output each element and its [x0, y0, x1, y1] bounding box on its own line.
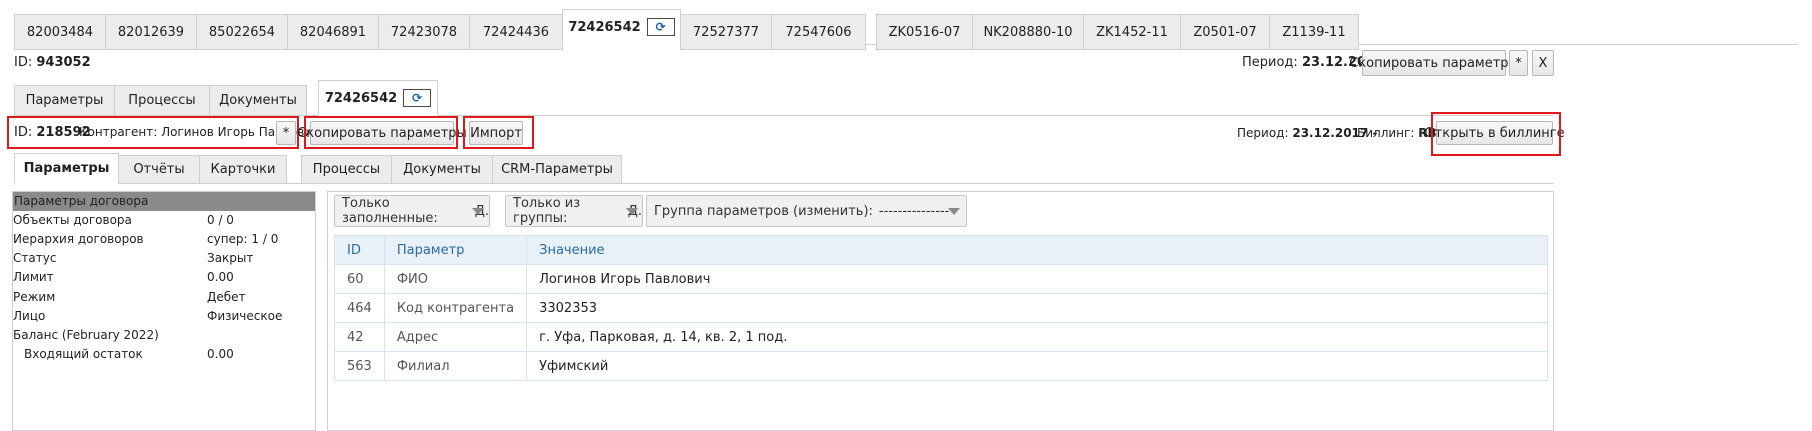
cell-param: Филиал [383, 351, 528, 381]
table-row[interactable]: 42 Адрес г. Уфа, Парковая, д. 14, кв. 2,… [334, 322, 1548, 352]
col-value[interactable]: Значение [526, 235, 1548, 265]
table-header-row: ID Параметр Значение [334, 235, 1548, 265]
cell-param: ФИО [383, 264, 528, 294]
cell-value[interactable]: г. Уфа, Парковая, д. 14, кв. 2, 1 под. [526, 322, 1548, 352]
inner-tab-reports[interactable]: Отчёты [118, 155, 200, 184]
row-value-incoming: 0.00 [207, 347, 234, 361]
row-label-incoming: Входящий остаток [24, 347, 143, 361]
param-group-label: Группа параметров (изменить): [654, 203, 873, 219]
group-only-select[interactable]: Только из группы: Д. [505, 195, 643, 227]
top-tab-85022654[interactable]: 85022654 [196, 14, 288, 50]
chevron-down-icon [626, 208, 638, 215]
top-tab-72423078[interactable]: 72423078 [378, 14, 470, 50]
top-tab-72547606[interactable]: 72547606 [771, 14, 866, 50]
top-tab-z0501-07[interactable]: Z0501-07 [1180, 14, 1270, 50]
top-tab-72424436[interactable]: 72424436 [469, 14, 563, 50]
header-id-value: 943052 [36, 55, 91, 70]
cell-value[interactable]: Уфимский [526, 351, 1548, 381]
copy-params-top-button[interactable]: Скопировать параметры [1349, 50, 1519, 76]
subtab-params[interactable]: Параметры [14, 85, 115, 116]
row-label-limit: Лимит [13, 270, 54, 284]
filled-only-select[interactable]: Только заполненные: Д. [334, 195, 490, 227]
cell-id: 60 [334, 264, 385, 294]
top-tab-82012639[interactable]: 82012639 [105, 14, 197, 50]
row-value-mode[interactable]: Дебет [207, 290, 246, 304]
subtab-processes[interactable]: Процессы [114, 85, 210, 116]
highlight-import [463, 116, 534, 149]
chevron-down-icon [948, 208, 960, 215]
refresh-icon[interactable]: ⟳ [646, 18, 675, 36]
close-top-button[interactable]: X [1532, 50, 1554, 76]
inner-tab-cards[interactable]: Карточки [199, 155, 287, 184]
cell-id: 464 [334, 293, 385, 323]
top-tab-zk1452-11[interactable]: ZK1452-11 [1083, 14, 1181, 50]
cell-id: 42 [334, 322, 385, 352]
top-tab-label: 72426542 [568, 19, 641, 35]
top-tab-82046891[interactable]: 82046891 [287, 14, 379, 50]
params-table: ID Параметр Значение 60 ФИО Логинов Игор… [334, 235, 1548, 381]
subtab-documents[interactable]: Документы [209, 85, 307, 116]
inner-tab-processes[interactable]: Процессы [301, 155, 392, 184]
header-id: ID: 943052 [14, 55, 91, 70]
row-label-mode: Режим [13, 290, 56, 304]
star-top-button[interactable]: * [1509, 50, 1528, 76]
panel-header: Параметры договора [13, 192, 315, 211]
cell-param: Адрес [383, 322, 528, 352]
highlight-copy-params [304, 116, 458, 149]
billing-label: Биллинг: [1357, 126, 1415, 140]
row-label-objects: Объекты договора [13, 213, 132, 227]
row-label-balance: Баланс (February 2022) [13, 328, 159, 342]
row-value-objects[interactable]: 0 / 0 [207, 213, 234, 227]
param-group-select[interactable]: Группа параметров (изменить): ----------… [646, 195, 967, 227]
top-tab-zk0516-07[interactable]: ZK0516-07 [876, 14, 973, 50]
contract-period-label: Период: [1237, 126, 1289, 140]
header-id-label: ID: [14, 55, 33, 70]
cell-value[interactable]: 3302353 [526, 293, 1548, 323]
top-tab-72426542-active[interactable]: 72426542 ⟳ [562, 9, 681, 45]
chevron-down-icon [472, 208, 484, 215]
table-row[interactable]: 60 ФИО Логинов Игорь Павлович [334, 264, 1548, 294]
top-tab-nk208880-10[interactable]: NK208880-10 [972, 14, 1084, 50]
highlight-open-billing [1431, 112, 1561, 156]
row-value-hierarchy[interactable]: супер: 1 / 0 [207, 232, 278, 246]
inner-tab-documents[interactable]: Документы [391, 155, 493, 184]
top-tab-72527377[interactable]: 72527377 [680, 14, 772, 50]
col-id[interactable]: ID [334, 235, 385, 265]
top-tab-z1139-11[interactable]: Z1139-11 [1269, 14, 1359, 50]
subtab-72426542-active[interactable]: 72426542 ⟳ [318, 80, 438, 116]
filled-only-label: Только заполненные: [342, 196, 438, 226]
subtab-label: 72426542 [324, 90, 398, 106]
group-only-label: Только из группы: [513, 196, 581, 226]
param-group-value: --------------- [878, 203, 950, 219]
row-value-limit[interactable]: 0.00 [207, 270, 234, 284]
inner-tab-crm-params[interactable]: CRM-Параметры [492, 155, 622, 184]
highlight-contract-info [7, 116, 299, 149]
header-period-label: Период: [1242, 55, 1298, 70]
row-label-hierarchy: Иерархия договоров [13, 232, 144, 246]
table-row[interactable]: 563 Филиал Уфимский [334, 351, 1548, 381]
top-tab-82003484[interactable]: 82003484 [14, 14, 106, 50]
cell-value[interactable]: Логинов Игорь Павлович [526, 264, 1548, 294]
row-value-status[interactable]: Закрыт [207, 251, 253, 265]
refresh-icon[interactable]: ⟳ [403, 89, 432, 107]
cell-param: Код контрагента [383, 293, 528, 323]
table-row[interactable]: 464 Код контрагента 3302353 [334, 293, 1548, 323]
row-value-person[interactable]: Физическое [207, 309, 282, 323]
cell-id: 563 [334, 351, 385, 381]
col-param[interactable]: Параметр [383, 235, 528, 265]
inner-tab-params[interactable]: Параметры [14, 153, 119, 184]
row-label-person: Лицо [13, 309, 46, 323]
row-label-status: Статус [13, 251, 57, 265]
